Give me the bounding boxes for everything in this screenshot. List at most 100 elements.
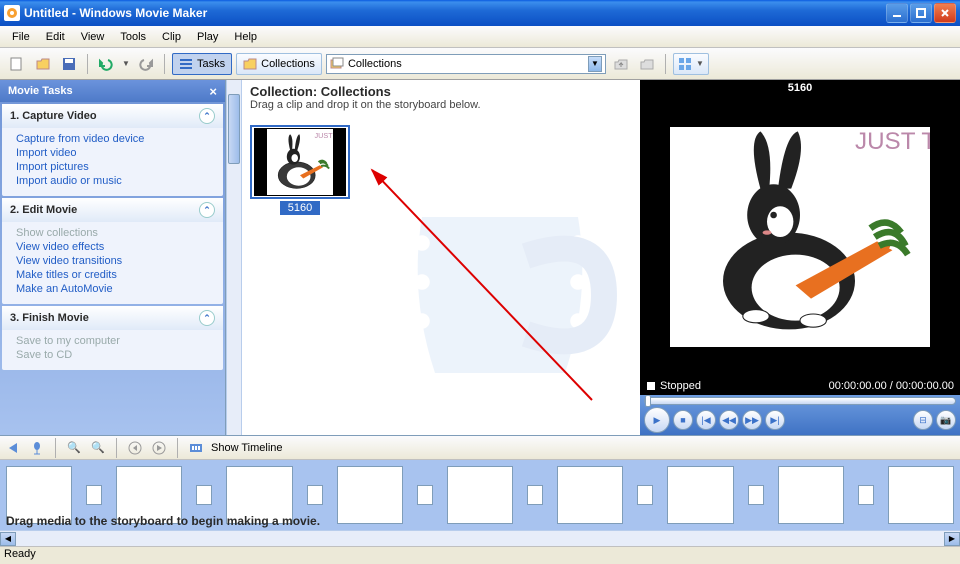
import-pictures-link[interactable]: Import pictures — [16, 160, 209, 174]
tl-rewind-button[interactable] — [126, 439, 144, 457]
transition-slot[interactable] — [748, 485, 764, 505]
zoom-out-button[interactable]: 🔍 — [89, 439, 107, 457]
prev-clip-button[interactable]: |◀ — [696, 410, 716, 430]
storyboard-hint: Drag media to the storyboard to begin ma… — [6, 514, 320, 528]
capture-from-device-link[interactable]: Capture from video device — [16, 132, 209, 146]
close-button[interactable] — [934, 3, 956, 23]
section-title: 1. Capture Video — [10, 110, 97, 122]
transition-slot[interactable] — [527, 485, 543, 505]
window-title: Untitled - Windows Movie Maker — [24, 6, 886, 20]
collection-title: Collection: Collections — [250, 84, 632, 99]
chevron-up-icon[interactable]: ⌃ — [199, 108, 215, 124]
zoom-in-button[interactable]: 🔍 — [65, 439, 83, 457]
menu-bar: File Edit View Tools Clip Play Help — [0, 26, 960, 48]
transition-slot[interactable] — [86, 485, 102, 505]
stop-button[interactable]: ■ — [673, 410, 693, 430]
menu-view[interactable]: View — [73, 29, 113, 45]
transition-slot[interactable] — [417, 485, 433, 505]
storyboard-slot[interactable] — [888, 466, 954, 524]
grid-icon — [678, 57, 692, 71]
maximize-button[interactable] — [910, 3, 932, 23]
preview-status-bar: Stopped 00:00:00.00 / 00:00:00.00 — [640, 377, 960, 395]
collection-pane: Collection: Collections Drag a clip and … — [226, 80, 640, 435]
set-start-button[interactable] — [4, 439, 22, 457]
scroll-left-button[interactable]: ◀ — [0, 532, 16, 546]
show-timeline-link[interactable]: Show Timeline — [211, 442, 283, 454]
vertical-scrollbar[interactable] — [226, 80, 242, 435]
chevron-up-icon[interactable]: ⌃ — [199, 202, 215, 218]
import-audio-link[interactable]: Import audio or music — [16, 174, 209, 188]
clip-label: 5160 — [280, 201, 320, 215]
timeline-toolbar: 🔍 🔍 Show Timeline — [0, 436, 960, 460]
scroll-right-button[interactable]: ▶ — [944, 532, 960, 546]
play-button[interactable]: ▶ — [644, 407, 670, 433]
finish-movie-section[interactable]: 3. Finish Movie ⌃ — [2, 306, 223, 330]
menu-edit[interactable]: Edit — [38, 29, 73, 45]
menu-help[interactable]: Help — [226, 29, 265, 45]
collection-selector[interactable]: Collections ▼ — [326, 54, 606, 74]
menu-tools[interactable]: Tools — [112, 29, 154, 45]
task-pane: Movie Tasks × 1. Capture Video ⌃ Capture… — [0, 80, 226, 435]
import-video-link[interactable]: Import video — [16, 146, 209, 160]
tasks-label: Tasks — [197, 58, 225, 70]
redo-button[interactable] — [135, 53, 157, 75]
split-button[interactable]: ⊟ — [913, 410, 933, 430]
menu-file[interactable]: File — [4, 29, 38, 45]
tl-play-button[interactable] — [150, 439, 168, 457]
title-bar: Untitled - Windows Movie Maker — [0, 0, 960, 26]
chevron-up-icon[interactable]: ⌃ — [199, 310, 215, 326]
show-collections-link: Show collections — [16, 226, 209, 240]
open-button[interactable] — [32, 53, 54, 75]
snapshot-button[interactable]: 📷 — [936, 410, 956, 430]
horizontal-scrollbar[interactable]: ◀ ▶ — [0, 530, 960, 546]
storyboard-slot[interactable] — [667, 466, 733, 524]
storyboard-slot[interactable] — [337, 466, 403, 524]
chevron-down-icon[interactable]: ▼ — [588, 56, 602, 72]
tasks-button[interactable]: Tasks — [172, 53, 232, 75]
collections-label: Collections — [261, 58, 315, 70]
task-pane-close[interactable]: × — [209, 84, 217, 99]
save-button[interactable] — [58, 53, 80, 75]
edit-movie-section[interactable]: 2. Edit Movie ⌃ — [2, 198, 223, 222]
collections-button[interactable]: Collections — [236, 53, 322, 75]
clip-thumbnail[interactable]: JUST TO SAY — [250, 125, 350, 215]
app-icon — [4, 5, 20, 21]
new-project-button[interactable] — [6, 53, 28, 75]
storyboard-slot[interactable] — [447, 466, 513, 524]
next-clip-button[interactable]: ▶| — [765, 410, 785, 430]
narrate-button[interactable] — [28, 439, 46, 457]
section-title: 2. Edit Movie — [10, 204, 77, 216]
thumb-caption: JUST TO SAY — [315, 131, 333, 140]
make-titles-link[interactable]: Make titles or credits — [16, 268, 209, 282]
seek-bar[interactable] — [644, 397, 956, 405]
stop-icon — [646, 381, 656, 391]
menu-play[interactable]: Play — [189, 29, 226, 45]
undo-dropdown[interactable]: ▼ — [121, 53, 131, 75]
new-folder-button[interactable] — [636, 53, 658, 75]
capture-video-section[interactable]: 1. Capture Video ⌃ — [2, 104, 223, 128]
undo-button[interactable] — [95, 53, 117, 75]
minimize-button[interactable] — [886, 3, 908, 23]
playback-status: Stopped — [660, 380, 701, 392]
preview-title: 5160 — [640, 80, 960, 96]
rewind-button[interactable]: ◀◀ — [719, 410, 739, 430]
task-pane-title: Movie Tasks — [8, 85, 73, 97]
transition-slot[interactable] — [637, 485, 653, 505]
make-automovie-link[interactable]: Make an AutoMovie — [16, 282, 209, 296]
storyboard-slot[interactable] — [557, 466, 623, 524]
preview-screen: JUST TO SAY — [640, 96, 960, 377]
transition-slot[interactable] — [196, 485, 212, 505]
menu-clip[interactable]: Clip — [154, 29, 189, 45]
view-effects-link[interactable]: View video effects — [16, 240, 209, 254]
forward-button[interactable]: ▶▶ — [742, 410, 762, 430]
status-bar: Ready — [0, 546, 960, 564]
main-toolbar: ▼ Tasks Collections Collections ▼ ▼ — [0, 48, 960, 80]
status-text: Ready — [4, 548, 36, 560]
transition-slot[interactable] — [307, 485, 323, 505]
preview-monitor: 5160 JUST TO SAY — [640, 80, 960, 435]
up-level-button[interactable] — [610, 53, 632, 75]
view-transitions-link[interactable]: View video transitions — [16, 254, 209, 268]
view-button[interactable]: ▼ — [673, 53, 709, 75]
transition-slot[interactable] — [858, 485, 874, 505]
storyboard-slot[interactable] — [778, 466, 844, 524]
